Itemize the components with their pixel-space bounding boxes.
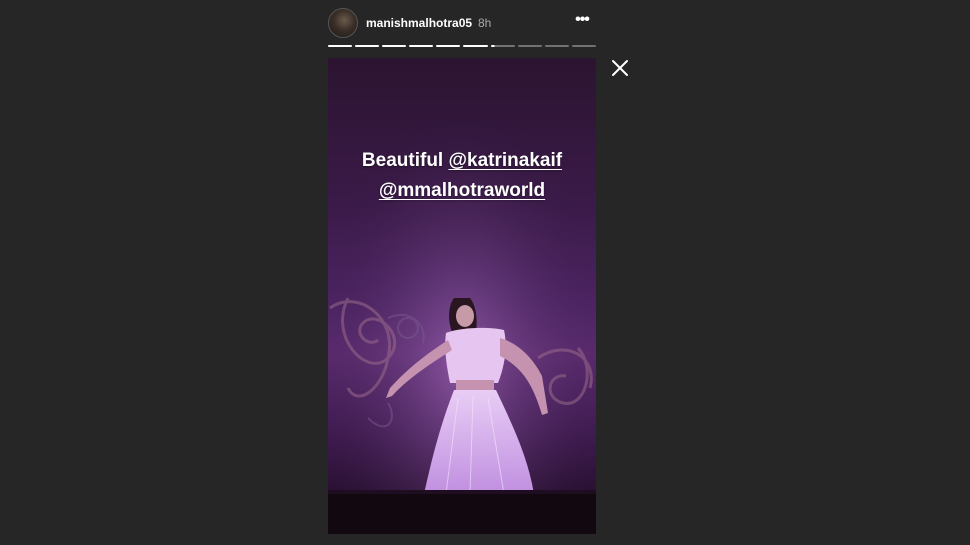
progress-segment — [571, 45, 596, 47]
story-header: manishmalhotra05 8h ••• — [328, 8, 596, 38]
progress-segment — [436, 45, 461, 47]
progress-segment — [382, 45, 407, 47]
story-media[interactable]: Beautiful @katrinakaif @mmalhotraworld — [328, 58, 596, 534]
progress-segment — [328, 45, 353, 47]
close-icon[interactable] — [610, 58, 630, 78]
story-progress-bar — [328, 45, 596, 47]
progress-segment — [544, 45, 569, 47]
mention-link[interactable]: @katrinakaif — [448, 150, 562, 171]
caption-text: Beautiful — [361, 150, 444, 171]
progress-segment — [355, 45, 380, 47]
username[interactable]: manishmalhotra05 — [366, 16, 472, 30]
story-caption: Beautiful @katrinakaif @mmalhotraworld — [328, 146, 596, 206]
progress-segment — [517, 45, 542, 47]
post-time: 8h — [478, 16, 492, 30]
mention-link[interactable]: @mmalhotraworld — [379, 180, 545, 201]
more-options-icon[interactable]: ••• — [570, 10, 594, 34]
progress-segment — [490, 45, 515, 47]
avatar[interactable] — [328, 8, 358, 38]
progress-segment — [409, 45, 434, 47]
progress-segment — [463, 45, 488, 47]
stage-photo — [328, 58, 596, 534]
